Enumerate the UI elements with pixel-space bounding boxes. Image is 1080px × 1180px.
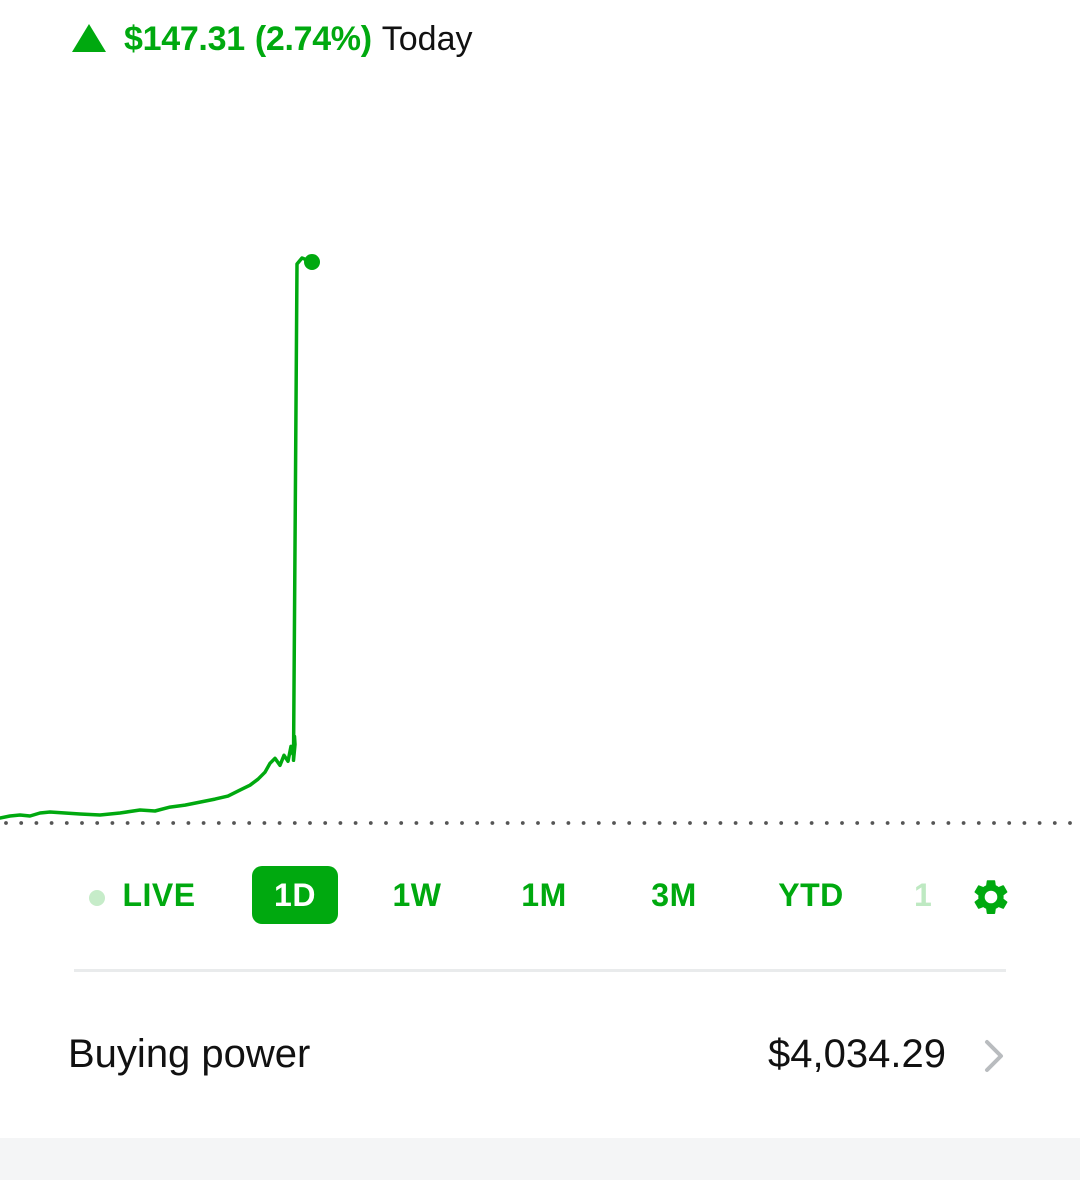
baseline-dot: [368, 821, 373, 825]
baseline-dot: [384, 821, 388, 825]
baseline-dot: [444, 821, 449, 825]
baseline-dot: [4, 821, 8, 825]
baseline-dot: [475, 821, 480, 825]
portfolio-chart[interactable]: [0, 0, 1080, 840]
baseline-dot: [262, 821, 267, 825]
baseline-dot: [125, 821, 130, 825]
range-ytd[interactable]: YTD: [766, 866, 856, 924]
baseline-dot: [460, 821, 464, 825]
baseline-dot: [308, 821, 312, 825]
current-value-marker: [304, 253, 320, 270]
series-line: [0, 256, 314, 820]
baseline-dot: [1022, 821, 1027, 825]
baseline-dot: [566, 821, 571, 825]
baseline-dot: [916, 821, 920, 825]
baseline-dot: [186, 821, 191, 825]
baseline-dot: [536, 821, 540, 825]
baseline-dot: [171, 821, 176, 825]
range-live[interactable]: LIVE: [112, 866, 206, 924]
baseline-dot: [855, 821, 860, 825]
baseline-dot: [672, 821, 677, 825]
portfolio-screen: $147.31 (2.74%) Today LIVE 1D 1W 1M 3M Y…: [0, 0, 1080, 1180]
baseline-dot: [946, 821, 951, 825]
baseline-dot: [216, 821, 221, 825]
baseline-dot: [961, 821, 966, 825]
baseline-dot: [612, 821, 616, 825]
baseline-dot: [505, 821, 510, 825]
baseline-dot: [1007, 821, 1012, 825]
baseline-dot: [292, 821, 297, 825]
baseline-dot: [870, 821, 875, 825]
chevron-right-icon: [985, 1040, 1003, 1072]
baseline-dot: [34, 821, 39, 825]
baseline-dot: [64, 821, 69, 825]
baseline-dot: [49, 821, 54, 825]
baseline-dot: [429, 821, 434, 825]
section-divider: [74, 969, 1006, 972]
baseline-dot: [247, 821, 252, 825]
range-1d[interactable]: 1D: [252, 866, 338, 924]
baseline-dots: [4, 821, 1072, 825]
baseline-dot: [627, 821, 632, 825]
baseline-dot: [748, 821, 753, 825]
baseline-dot: [703, 821, 708, 825]
baseline-dot: [794, 821, 799, 825]
baseline-dot: [323, 821, 328, 825]
baseline-dot: [338, 821, 343, 825]
baseline-dot: [885, 821, 890, 825]
range-1w[interactable]: 1W: [378, 866, 456, 924]
baseline-dot: [840, 821, 844, 825]
baseline-dot: [688, 821, 692, 825]
baseline-dot: [414, 821, 419, 825]
baseline-dot: [1037, 821, 1042, 825]
buying-power-row[interactable]: Buying power $4,034.29: [0, 1010, 1080, 1106]
baseline-dot: [992, 821, 996, 825]
baseline-dot: [764, 821, 768, 825]
baseline-dot: [19, 821, 24, 825]
baseline-dot: [718, 821, 723, 825]
baseline-dot: [900, 821, 905, 825]
baseline-dot: [399, 821, 404, 825]
baseline-dot: [779, 821, 784, 825]
buying-power-label: Buying power: [68, 1032, 311, 1076]
buying-power-value: $4,034.29: [768, 1032, 946, 1076]
gear-icon[interactable]: [970, 876, 1012, 918]
baseline-dot: [140, 821, 145, 825]
baseline-dot: [95, 821, 100, 825]
baseline-dot: [353, 821, 358, 825]
baseline-dot: [931, 821, 936, 825]
baseline-dot: [581, 821, 586, 825]
baseline-dot: [1052, 821, 1057, 825]
baseline-dot: [277, 821, 282, 825]
range-3m[interactable]: 3M: [636, 866, 712, 924]
baseline-dot: [110, 821, 115, 825]
range-overflow[interactable]: 1: [914, 866, 932, 924]
range-1m[interactable]: 1M: [504, 866, 584, 924]
baseline-dot: [156, 821, 160, 825]
baseline-dot: [490, 821, 495, 825]
baseline-dot: [596, 821, 601, 825]
baseline-dot: [520, 821, 525, 825]
baseline-dot: [80, 821, 84, 825]
baseline-dot: [824, 821, 829, 825]
baseline-dot: [201, 821, 206, 825]
baseline-dot: [809, 821, 814, 825]
chart-svg: [0, 253, 1072, 825]
baseline-dot: [733, 821, 738, 825]
baseline-dot: [642, 821, 647, 825]
baseline-dot: [976, 821, 981, 825]
baseline-dot: [551, 821, 556, 825]
baseline-dot: [1068, 821, 1072, 825]
bottom-band: [0, 1138, 1080, 1180]
baseline-dot: [232, 821, 236, 825]
baseline-dot: [657, 821, 662, 825]
